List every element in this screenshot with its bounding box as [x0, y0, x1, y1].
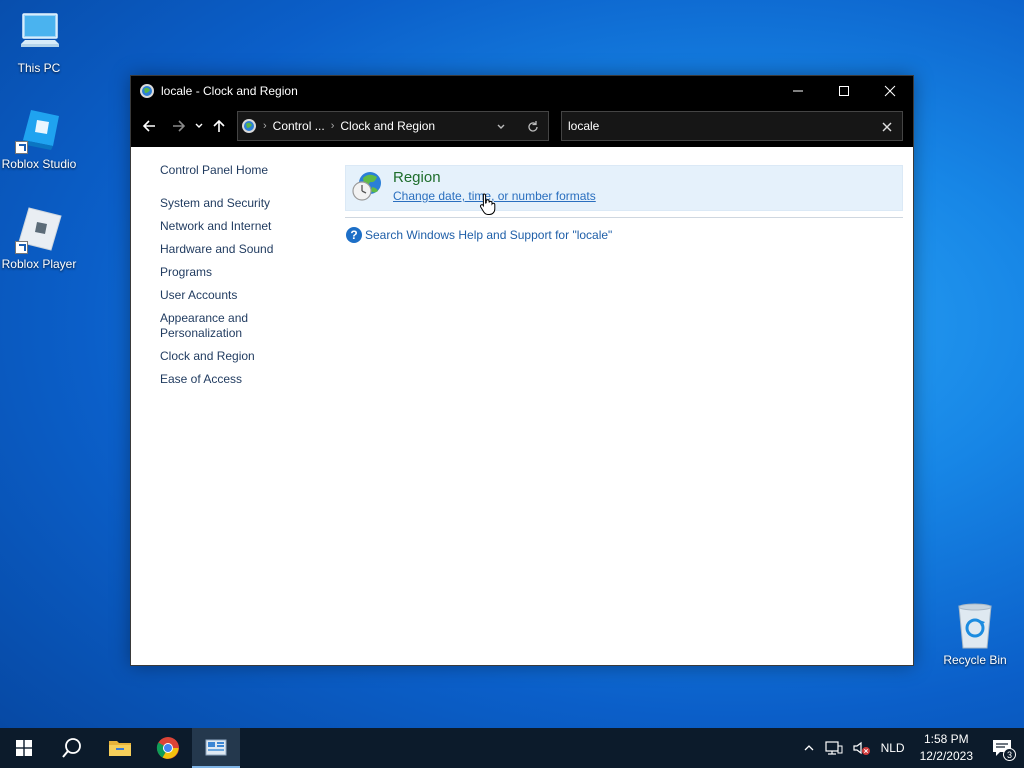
show-hidden-icons-button[interactable]	[803, 743, 815, 753]
window-title: locale - Clock and Region	[161, 83, 298, 98]
chevron-down-icon	[195, 123, 203, 128]
folder-icon	[109, 741, 131, 756]
window-content: Control Panel Home System and Security N…	[131, 147, 913, 665]
search-box[interactable]	[561, 111, 903, 141]
desktop-icon-recycle-bin[interactable]: Recycle Bin	[934, 602, 1016, 667]
nav-clock-and-region[interactable]: Clock and Region	[160, 349, 310, 364]
search-results: Region Change date, time, or number form…	[345, 165, 903, 243]
help-search-link[interactable]: ? Search Windows Help and Support for "l…	[345, 227, 903, 243]
clock-globe-small-icon	[140, 83, 154, 98]
close-icon	[884, 85, 896, 96]
nav-user-accounts[interactable]: User Accounts	[160, 288, 310, 303]
clear-search-icon[interactable]	[882, 122, 892, 132]
volume-button[interactable]	[852, 740, 871, 756]
control-panel-icon	[205, 739, 227, 756]
desktop-icon-label: Roblox Studio	[1, 157, 77, 171]
breadcrumb-control-panel[interactable]: Control ...	[273, 119, 325, 133]
globe-clock-icon	[352, 172, 381, 201]
network-icon	[824, 741, 843, 755]
result-heading[interactable]: Region	[393, 169, 441, 186]
hand-cursor-icon	[479, 193, 496, 215]
search-icon	[62, 738, 81, 758]
nav-system-and-security[interactable]: System and Security	[160, 196, 310, 211]
arrow-left-icon	[142, 120, 155, 132]
desktop-icon-roblox-player[interactable]: Roblox Player	[0, 206, 80, 271]
start-button[interactable]	[0, 728, 48, 768]
breadcrumb-separator-icon: ›	[263, 120, 267, 132]
nav-hardware-and-sound[interactable]: Hardware and Sound	[160, 242, 310, 257]
windows-logo-icon	[16, 740, 32, 756]
taskbar: NLD 1:58 PM 12/2/2023 3	[0, 728, 1024, 768]
minimize-icon	[793, 90, 803, 91]
computer-icon	[15, 10, 63, 58]
clock-date: 12/2/2023	[919, 749, 973, 763]
nav-appearance-and-personalization[interactable]: Appearance and Personalization	[160, 311, 260, 341]
input-language-indicator[interactable]: NLD	[881, 741, 905, 755]
volume-muted-icon	[852, 741, 870, 755]
maximize-button[interactable]	[821, 76, 867, 105]
refresh-icon[interactable]	[526, 120, 540, 134]
search-input[interactable]	[568, 119, 868, 133]
close-button[interactable]	[867, 76, 913, 105]
chrome-icon	[156, 737, 179, 759]
desktop-icon-roblox-studio[interactable]: Roblox Studio	[0, 106, 80, 171]
roblox-player-icon	[15, 206, 63, 254]
navigation-bar: › Control ... › Clock and Region	[131, 105, 913, 147]
breadcrumb-separator-icon: ›	[330, 120, 335, 132]
maximize-icon	[839, 85, 849, 96]
recent-locations-button[interactable]	[191, 114, 207, 138]
network-button[interactable]	[824, 740, 843, 756]
arrow-right-icon	[173, 120, 186, 132]
up-button[interactable]	[207, 114, 231, 138]
control-panel-taskbar-button[interactable]	[192, 728, 240, 768]
arrow-up-icon	[213, 119, 225, 132]
window-titlebar[interactable]: locale - Clock and Region	[131, 76, 913, 105]
action-center-button[interactable]: 3	[992, 739, 1016, 761]
chevron-down-icon[interactable]	[496, 122, 506, 132]
result-region[interactable]: Region Change date, time, or number form…	[345, 165, 903, 211]
help-link-text[interactable]: Search Windows Help and Support for "loc…	[365, 228, 612, 242]
help-question-icon: ?	[346, 227, 362, 243]
left-navigation: Control Panel Home System and Security N…	[160, 163, 310, 395]
system-tray: NLD 1:58 PM 12/2/2023 3	[798, 728, 1024, 768]
recycle-bin-icon	[951, 602, 999, 650]
shortcut-arrow-icon	[15, 141, 28, 154]
desktop-icon-label: Recycle Bin	[943, 653, 1007, 667]
control-panel-window: locale - Clock and Region › Control ... …	[130, 75, 914, 666]
results-divider	[345, 217, 903, 218]
breadcrumb-clock-and-region[interactable]: Clock and Region	[340, 119, 435, 133]
desktop-icon-this-pc[interactable]: This PC	[0, 10, 80, 75]
minimize-button[interactable]	[775, 76, 821, 105]
chrome-button[interactable]	[144, 728, 192, 768]
shortcut-arrow-icon	[15, 241, 28, 254]
chevron-up-icon	[804, 745, 814, 751]
desktop-icon-label: Roblox Player	[1, 257, 77, 271]
nav-programs[interactable]: Programs	[160, 265, 310, 280]
nav-ease-of-access[interactable]: Ease of Access	[160, 372, 310, 387]
nav-control-panel-home[interactable]: Control Panel Home	[160, 163, 310, 178]
desktop-icon-label: This PC	[17, 61, 61, 75]
file-explorer-button[interactable]	[96, 728, 144, 768]
address-bar[interactable]: › Control ... › Clock and Region	[237, 111, 549, 141]
forward-button[interactable]	[167, 114, 191, 138]
control-panel-location-icon	[242, 119, 256, 133]
taskbar-clock[interactable]: 1:58 PM 12/2/2023	[920, 731, 973, 765]
roblox-studio-icon	[15, 106, 63, 154]
search-button[interactable]	[48, 728, 96, 768]
back-button[interactable]	[137, 114, 161, 138]
clock-time: 1:58 PM	[923, 732, 969, 746]
nav-network-and-internet[interactable]: Network and Internet	[160, 219, 310, 234]
notification-count-badge: 3	[1003, 748, 1016, 761]
